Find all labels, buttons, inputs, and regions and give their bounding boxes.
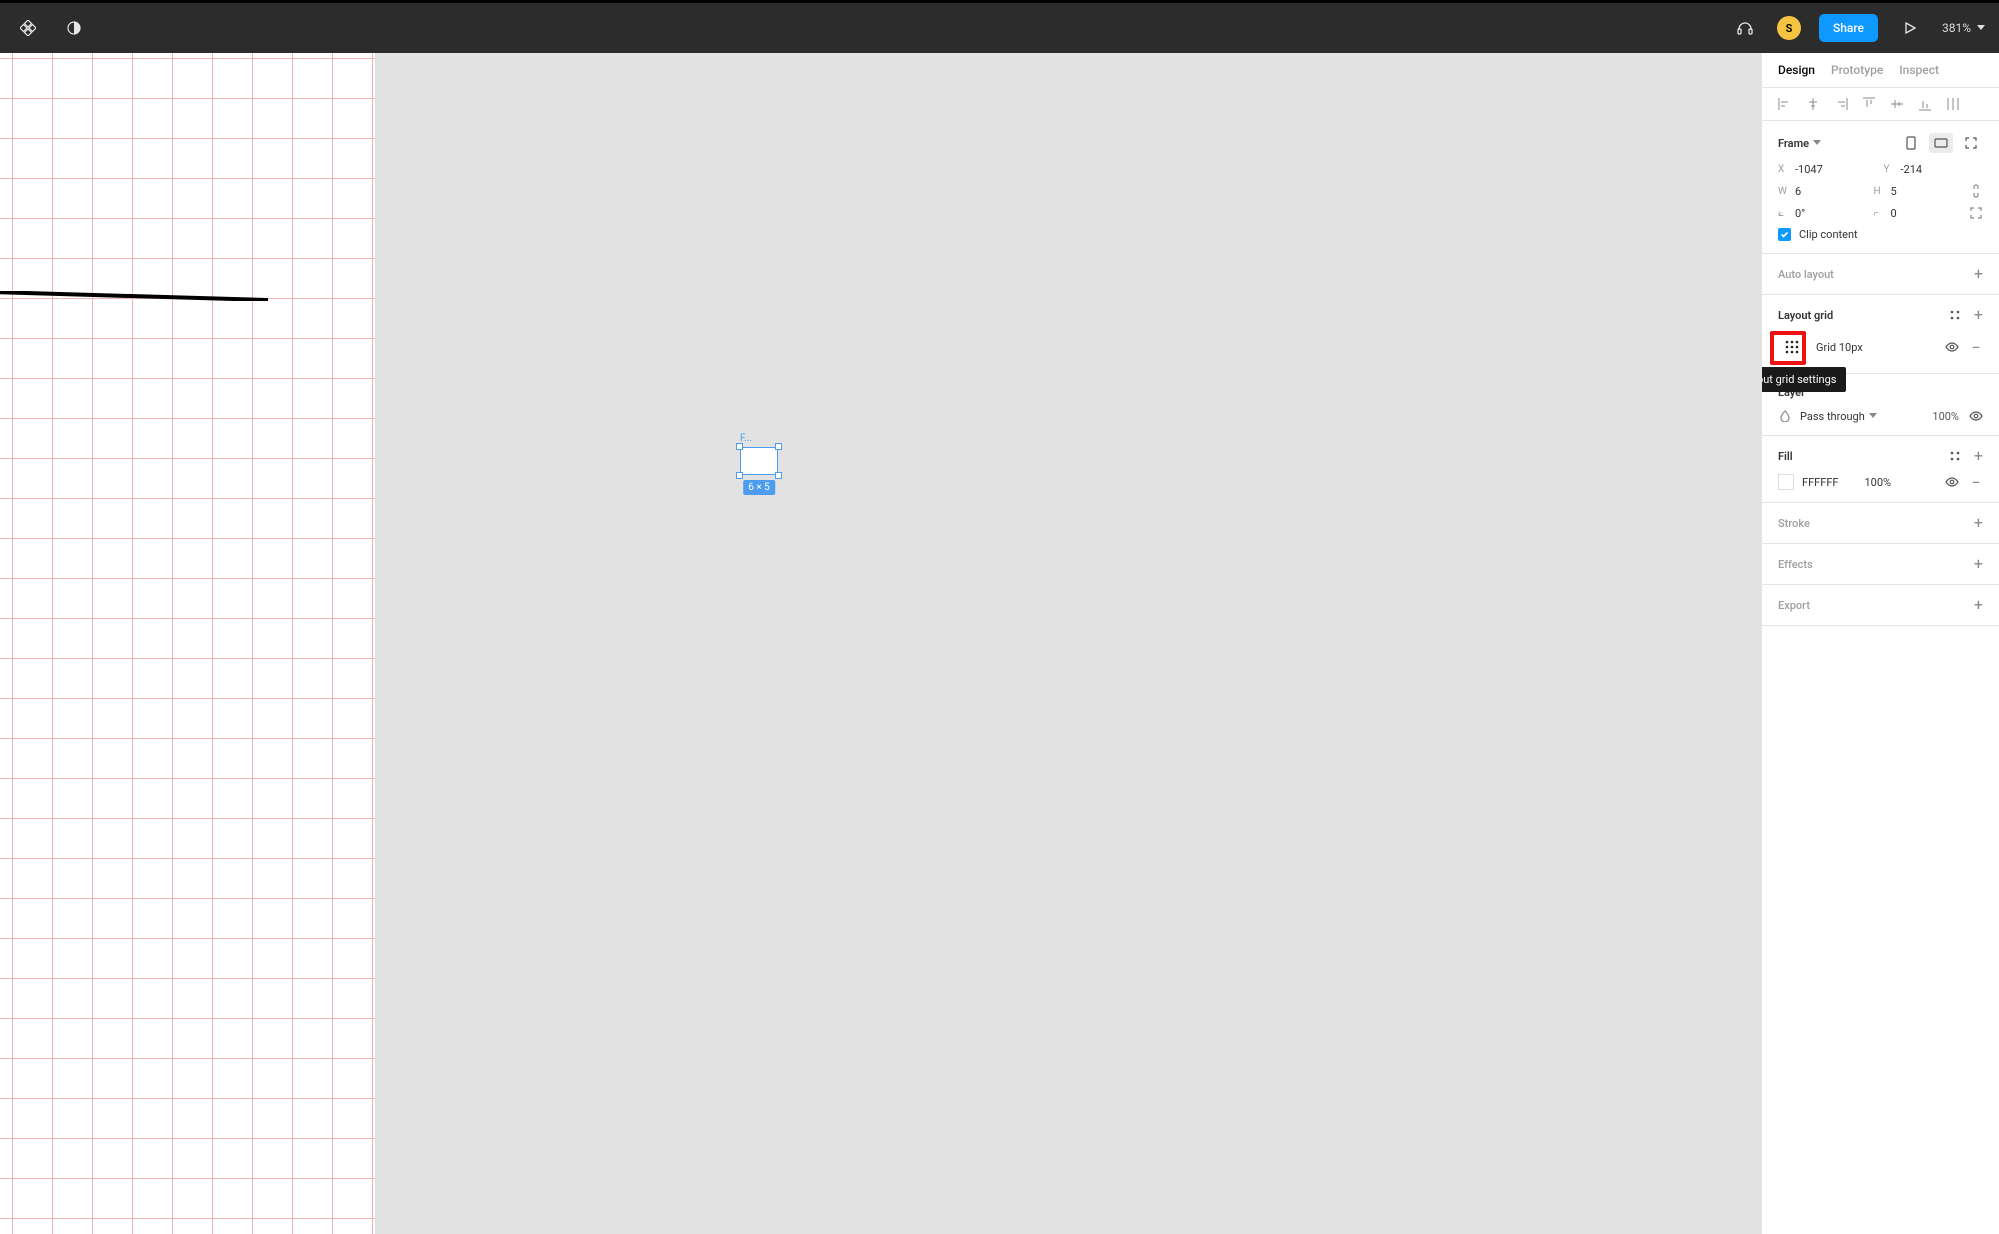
align-left-icon[interactable]: [1778, 97, 1792, 111]
avatar[interactable]: S: [1777, 16, 1801, 40]
rotation-input[interactable]: 0°: [1795, 207, 1805, 220]
y-input[interactable]: -214: [1901, 163, 1923, 176]
add-effect-button[interactable]: +: [1974, 556, 1983, 572]
grid-icon: [1785, 340, 1799, 354]
fill-title: Fill: [1778, 450, 1793, 463]
export-section: Export +: [1762, 585, 1999, 626]
zoom-dropdown[interactable]: 381%: [1942, 21, 1985, 35]
canvas[interactable]: F... 6 × 5: [0, 53, 1761, 1234]
orientation-portrait-icon[interactable]: [1899, 133, 1923, 153]
blend-mode-dropdown[interactable]: Pass through: [1800, 410, 1877, 423]
fill-visibility-icon[interactable]: [1945, 475, 1959, 489]
add-auto-layout-button[interactable]: +: [1974, 266, 1983, 282]
selection-dimensions: 6 × 5: [743, 480, 775, 495]
resize-handle-br[interactable]: [775, 472, 782, 479]
vector-line[interactable]: [0, 291, 268, 301]
h-input[interactable]: 5: [1891, 185, 1897, 198]
radius-input[interactable]: 0: [1891, 207, 1897, 220]
frame-title[interactable]: Frame: [1778, 137, 1821, 150]
stroke-title: Stroke: [1778, 517, 1810, 530]
distribute-icon[interactable]: [1946, 97, 1960, 111]
clip-content-checkbox[interactable]: [1778, 228, 1791, 241]
rotation-icon: ⟀: [1778, 208, 1788, 219]
x-label: X: [1778, 164, 1788, 175]
selected-frame[interactable]: F... 6 × 5: [740, 447, 778, 475]
remove-layout-grid-button[interactable]: −: [1969, 340, 1983, 354]
headphones-icon[interactable]: [1731, 14, 1759, 42]
add-export-button[interactable]: +: [1974, 597, 1983, 613]
zoom-value: 381%: [1942, 21, 1971, 35]
export-title: Export: [1778, 599, 1810, 612]
clip-content-label: Clip content: [1799, 228, 1858, 241]
fill-hex-input[interactable]: FFFFFF: [1802, 476, 1838, 489]
add-fill-button[interactable]: +: [1974, 448, 1983, 464]
tab-prototype[interactable]: Prototype: [1831, 63, 1883, 77]
share-button[interactable]: Share: [1819, 14, 1878, 42]
present-icon[interactable]: [1896, 14, 1924, 42]
constrain-proportions-icon[interactable]: [1969, 184, 1983, 198]
top-toolbar: S Share 381%: [0, 3, 1999, 53]
align-top-icon[interactable]: [1862, 97, 1876, 111]
auto-layout-section: Auto layout +: [1762, 254, 1999, 295]
fill-section: Fill + FFFFFF 100% −: [1762, 436, 1999, 503]
selection-box: [740, 447, 778, 475]
layout-grid-tooltip: Layout grid settings: [1761, 367, 1846, 392]
frame-section: Frame X -1047 Y -214 W6 H5 ⟀ 0° ⌐: [1762, 121, 1999, 254]
auto-layout-title: Auto layout: [1778, 268, 1834, 281]
tab-inspect[interactable]: Inspect: [1899, 63, 1939, 77]
resize-handle-bl[interactable]: [736, 472, 743, 479]
layout-grid-title: Layout grid: [1778, 309, 1833, 322]
effects-title: Effects: [1778, 558, 1813, 571]
avatar-initial: S: [1786, 22, 1793, 35]
components-icon[interactable]: [14, 14, 42, 42]
resize-handle-tr[interactable]: [775, 443, 782, 450]
y-label: Y: [1884, 164, 1894, 175]
main-area: F... 6 × 5 Design Prototype Inspect: [0, 53, 1999, 1234]
x-input[interactable]: -1047: [1795, 163, 1823, 176]
add-stroke-button[interactable]: +: [1974, 515, 1983, 531]
grid-visibility-icon[interactable]: [1945, 340, 1959, 354]
tab-design[interactable]: Design: [1778, 63, 1815, 77]
fill-swatch[interactable]: [1778, 474, 1794, 490]
add-layout-grid-button[interactable]: +: [1974, 307, 1983, 323]
artboard-grid[interactable]: [0, 53, 375, 1234]
properties-panel: Design Prototype Inspect Frame: [1761, 53, 1999, 1234]
layout-grid-settings-button[interactable]: [1778, 333, 1806, 361]
grid-styles-icon[interactable]: [1948, 308, 1962, 322]
stroke-section: Stroke +: [1762, 503, 1999, 544]
orientation-landscape-icon[interactable]: [1929, 133, 1953, 153]
fill-styles-icon[interactable]: [1948, 449, 1962, 463]
resize-handle-tl[interactable]: [736, 443, 743, 450]
layer-visibility-icon[interactable]: [1969, 409, 1983, 423]
align-hcenter-icon[interactable]: [1806, 97, 1820, 111]
mask-icon[interactable]: [60, 14, 88, 42]
panel-tabs: Design Prototype Inspect: [1762, 53, 1999, 88]
alignment-row: [1762, 88, 1999, 121]
align-bottom-icon[interactable]: [1918, 97, 1932, 111]
remove-fill-button[interactable]: −: [1969, 475, 1983, 489]
layout-grid-item-label[interactable]: Grid 10px: [1816, 341, 1863, 354]
h-label: H: [1874, 186, 1884, 197]
align-vcenter-icon[interactable]: [1890, 97, 1904, 111]
w-input[interactable]: 6: [1795, 185, 1801, 198]
blend-mode-icon[interactable]: [1778, 409, 1792, 423]
layout-grid-section: Layout grid + Grid 10px −: [1762, 295, 1999, 374]
effects-section: Effects +: [1762, 544, 1999, 585]
independent-corners-icon[interactable]: [1969, 206, 1983, 220]
layer-opacity-input[interactable]: 100%: [1932, 410, 1959, 423]
w-label: W: [1778, 186, 1788, 197]
align-right-icon[interactable]: [1834, 97, 1848, 111]
fill-opacity-input[interactable]: 100%: [1864, 476, 1891, 489]
resize-to-fit-icon[interactable]: [1959, 133, 1983, 153]
radius-icon: ⌐: [1874, 208, 1884, 219]
